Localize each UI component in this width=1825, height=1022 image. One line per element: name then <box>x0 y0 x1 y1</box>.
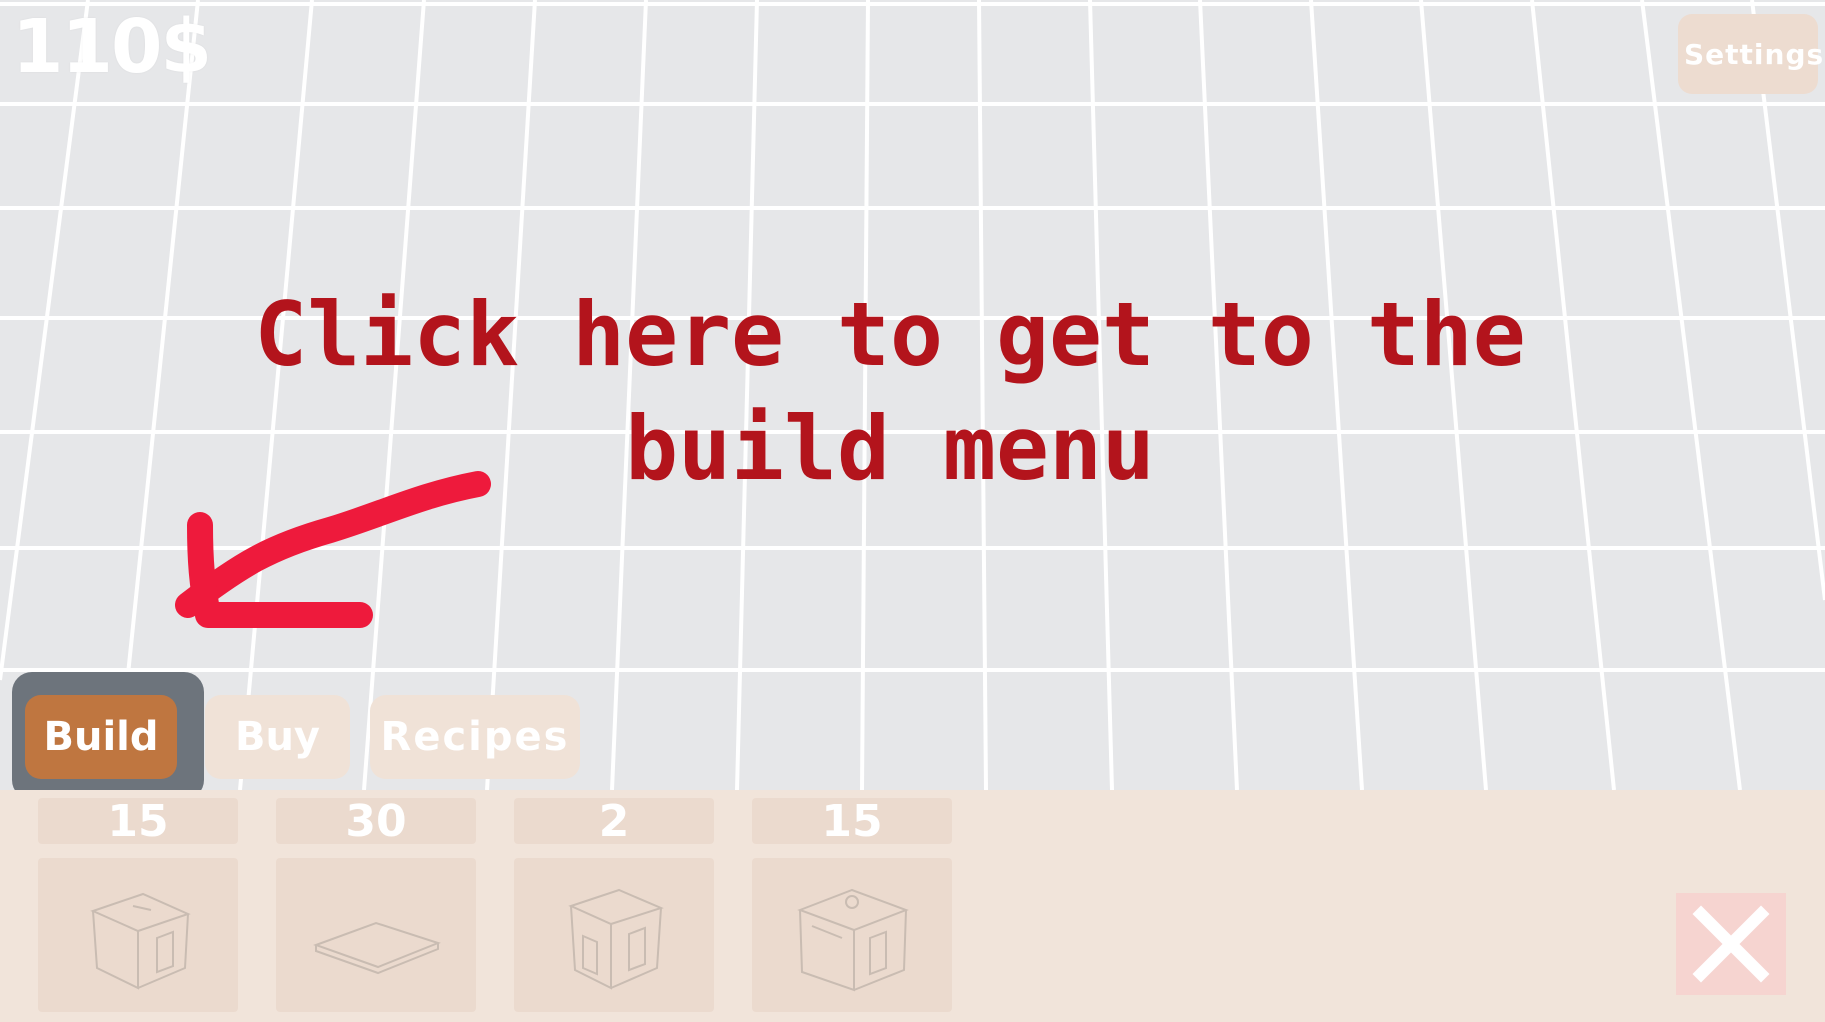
build-item-slot: 15 <box>752 798 952 1012</box>
house-sketch-icon <box>90 892 191 990</box>
build-item-building[interactable] <box>752 858 952 1012</box>
build-item-wall[interactable] <box>514 858 714 1012</box>
build-item-house[interactable] <box>38 858 238 1012</box>
tab-recipes[interactable]: Recipes <box>370 695 580 779</box>
item-price: 30 <box>276 798 476 846</box>
settings-button[interactable]: Settings <box>1678 14 1823 94</box>
money-counter: 110$ <box>12 4 212 90</box>
build-menu-panel: 15 30 2 15 <box>0 790 1825 1022</box>
item-price: 15 <box>38 798 238 846</box>
building-sketch-icon <box>797 888 909 992</box>
tab-build[interactable]: Build <box>25 695 177 779</box>
build-item-floor[interactable] <box>276 858 476 1012</box>
tutorial-arrow-icon <box>175 471 491 628</box>
build-item-slot: 2 <box>514 798 714 1012</box>
build-item-slot: 30 <box>276 798 476 1012</box>
item-price: 15 <box>752 798 952 846</box>
tab-buy[interactable]: Buy <box>205 695 350 779</box>
wall-block-sketch-icon <box>568 888 664 990</box>
close-build-menu-button[interactable] <box>1676 893 1786 995</box>
tutorial-hint-line-1: Click here to get to the <box>254 283 1526 386</box>
item-price: 2 <box>514 798 714 846</box>
floor-tile-sketch-icon <box>313 921 441 975</box>
close-icon <box>1692 905 1770 983</box>
build-item-slot: 15 <box>38 798 238 1012</box>
